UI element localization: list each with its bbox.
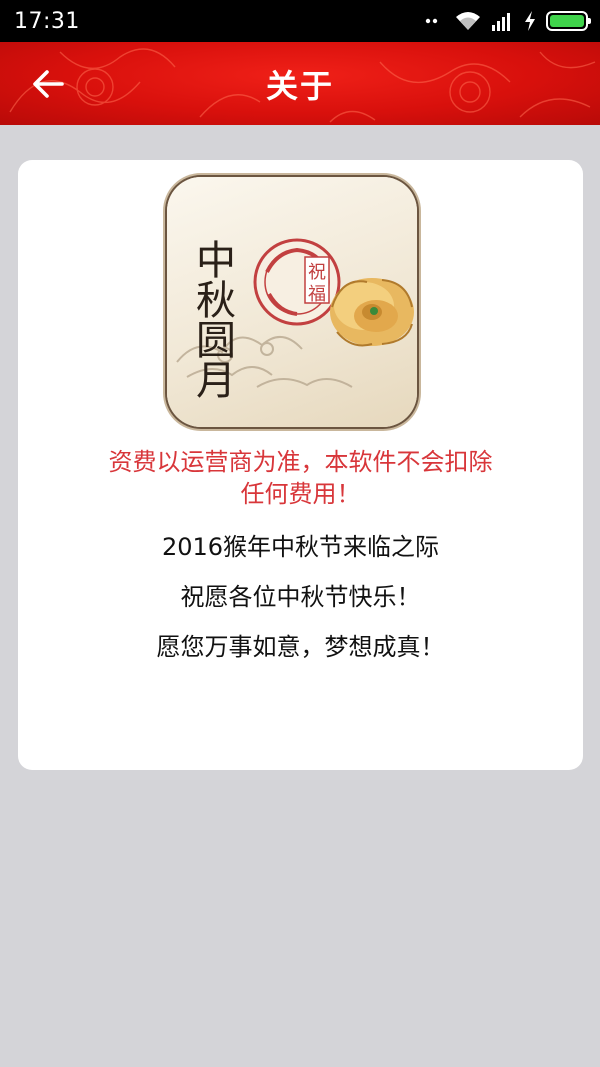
wifi-icon [456,12,480,30]
greeting-line3: 愿您万事如意，梦想成真！ [156,633,445,661]
status-time: 17:31 [14,8,80,34]
fee-notice-line2: 任何费用！ [240,480,361,508]
greeting-line2: 祝愿各位中秋节快乐！ [180,583,421,611]
fee-notice: 资费以运营商为准，本软件不会扣除 任何费用！ [18,446,583,510]
battery-icon [546,11,591,31]
mid-autumn-artwork: 中秋圆月 祝 福 [176,238,414,399]
battery-level [550,15,584,27]
svg-text:中秋圆月: 中秋圆月 [189,239,235,399]
svg-text:祝: 祝 [308,262,326,283]
charging-icon [525,11,535,31]
calligraphy-title: 中秋圆月 [189,239,235,399]
fee-notice-line1: 资费以运营商为准，本软件不会扣除 [108,448,493,476]
greeting-line1: 2016猴年中秋节来临之际 [161,533,440,561]
signal-icon [492,13,510,31]
status-icons [424,10,591,32]
app-icon: 中秋圆月 祝 福 [167,177,417,427]
title-bar: 关于 [0,42,600,125]
about-card: 中秋圆月 祝 福 资费以运营商为准，本软件不会扣除 任何费用！ 2016猴年中秋… [18,160,583,770]
svg-text:福: 福 [308,284,326,305]
dual-sim-icon [425,18,438,24]
seal-ring: 祝 福 [253,238,341,326]
peony-flower-icon [330,278,414,347]
status-bar: 17:31 [0,0,600,42]
page-title: 关于 [265,66,334,105]
